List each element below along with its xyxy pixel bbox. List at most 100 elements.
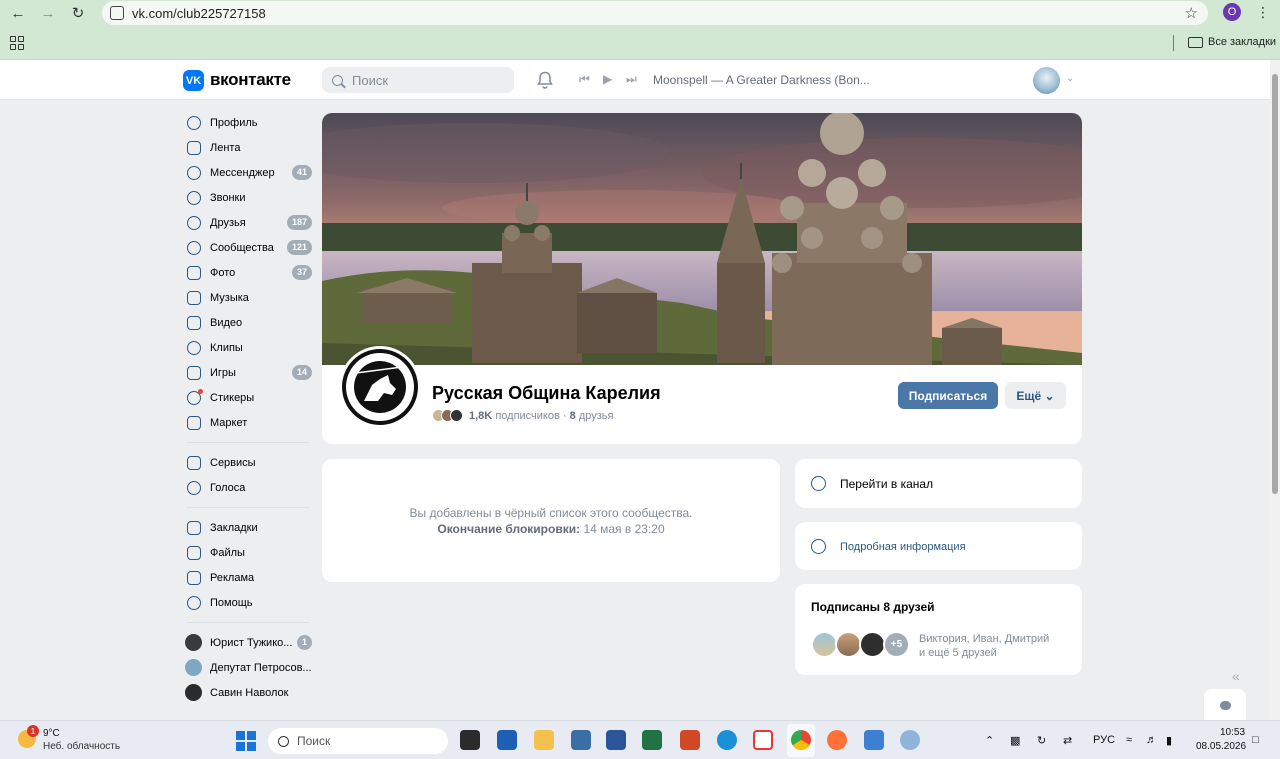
- windows-start-icon[interactable]: [236, 731, 256, 751]
- sidebar-item-stickers[interactable]: Стикеры: [180, 385, 315, 410]
- store-icon[interactable]: [497, 730, 517, 750]
- edge-icon[interactable]: [717, 730, 737, 750]
- apps-grid-icon[interactable]: [10, 36, 24, 50]
- clock-time[interactable]: 10:53: [1220, 727, 1245, 738]
- tray-settings-icon[interactable]: ⇄: [1063, 734, 1072, 747]
- forward-icon[interactable]: →: [36, 1, 60, 25]
- excel-icon[interactable]: [642, 730, 662, 750]
- vk-logo-icon[interactable]: VK: [183, 70, 204, 91]
- search-box[interactable]: [322, 67, 514, 93]
- browser-toolbar: ← → ↻ vk.com/club225727158 ☆ O ⋮: [0, 0, 1280, 26]
- sidebar-item-games[interactable]: Игры 14: [180, 360, 315, 385]
- friend-avatar[interactable]: [835, 631, 862, 658]
- sidebar-item-communities[interactable]: Сообщества 121: [180, 235, 315, 260]
- friend-avatar[interactable]: [811, 631, 838, 658]
- notifications-icon[interactable]: □: [1252, 734, 1259, 746]
- sidebar-divider: [187, 442, 309, 443]
- all-bookmarks-button[interactable]: Все закладки: [1188, 36, 1276, 48]
- sidebar-chat-item[interactable]: Юрист Тужико... 1: [180, 630, 315, 655]
- pdf-app-icon[interactable]: [680, 730, 700, 750]
- open-chats-button[interactable]: [1204, 689, 1246, 721]
- subscribed-friends-title[interactable]: Подписаны 8 друзей: [811, 600, 935, 614]
- sidebar-item-messenger[interactable]: Мессенджер 41: [180, 160, 315, 185]
- market-icon: [187, 415, 201, 430]
- clock-date[interactable]: 08.05.2026: [1196, 741, 1246, 752]
- sidebar-item-calls[interactable]: Звонки: [180, 185, 315, 210]
- chat-name: Савин Наволок: [210, 686, 289, 699]
- sidebar-item-profile[interactable]: Профиль: [180, 110, 315, 135]
- sidebar-item-video[interactable]: Видео: [180, 310, 315, 335]
- sidebar-item-label: Реклама: [210, 571, 255, 584]
- weather-description[interactable]: Неб. облачность: [43, 741, 120, 752]
- app-icon[interactable]: [571, 730, 591, 750]
- go-to-channel-card[interactable]: Перейти в канал: [795, 459, 1082, 508]
- previous-track-icon[interactable]: ⏮: [579, 72, 590, 87]
- address-bar[interactable]: vk.com/club225727158 ☆: [102, 1, 1208, 25]
- more-friends-badge[interactable]: +5: [883, 631, 910, 658]
- details-card[interactable]: Подробная информация: [795, 522, 1082, 570]
- next-track-icon[interactable]: ⏭: [626, 72, 637, 87]
- sidebar-item-photo[interactable]: Фото 37: [180, 260, 315, 285]
- group-avatar[interactable]: [339, 346, 421, 428]
- battery-icon[interactable]: ▮: [1166, 734, 1172, 747]
- notifications-bell-icon[interactable]: [537, 71, 553, 89]
- firefox-icon[interactable]: [827, 730, 847, 750]
- sidebar-item-feed[interactable]: Лента: [180, 135, 315, 160]
- more-button[interactable]: Ещё ⌄: [1005, 382, 1066, 409]
- sidebar-item-ads[interactable]: Реклама: [180, 565, 315, 590]
- input-language[interactable]: РУС: [1093, 734, 1115, 746]
- subscribers-count: 1,8K: [469, 409, 493, 422]
- chevron-down-icon[interactable]: ⌄: [1066, 73, 1074, 84]
- file-explorer-icon[interactable]: [534, 730, 554, 750]
- vk-logo-text[interactable]: вконтакте: [210, 70, 291, 90]
- page-scrollbar[interactable]: [1270, 60, 1280, 720]
- sidebar-item-label: Лента: [210, 141, 241, 154]
- friends-avatars[interactable]: +5: [811, 631, 910, 658]
- collapse-double-chevron-icon[interactable]: «: [1232, 668, 1240, 684]
- tray-expand-icon[interactable]: ⌃: [985, 734, 994, 747]
- volume-icon[interactable]: ♬: [1146, 734, 1157, 746]
- back-icon[interactable]: ←: [6, 1, 30, 25]
- user-avatar[interactable]: [1033, 67, 1060, 94]
- sidebar-chat-item[interactable]: Савин Наволок: [180, 680, 315, 705]
- music-icon: [187, 290, 201, 305]
- browser-profile-avatar[interactable]: O: [1223, 3, 1241, 21]
- sidebar-item-votes[interactable]: Голоса: [180, 475, 315, 500]
- word-icon[interactable]: [606, 730, 626, 750]
- browser-menu-icon[interactable]: ⋮: [1256, 4, 1270, 21]
- taskbar-search[interactable]: Поиск: [268, 728, 448, 754]
- sidebar-item-label: Профиль: [210, 116, 258, 129]
- communities-icon: [187, 240, 201, 255]
- weather-temperature[interactable]: 9°C: [43, 728, 60, 739]
- details-link[interactable]: Подробная информация: [840, 541, 966, 553]
- play-icon[interactable]: ▶: [603, 72, 612, 86]
- search-input[interactable]: [352, 72, 502, 88]
- reload-icon[interactable]: ↻: [66, 1, 90, 25]
- sidebar-item-friends[interactable]: Друзья 187: [180, 210, 315, 235]
- tray-sync-icon[interactable]: ↻: [1037, 734, 1046, 747]
- sidebar-item-clips[interactable]: Клипы: [180, 335, 315, 360]
- sidebar-item-market[interactable]: Маркет: [180, 410, 315, 435]
- app-icon[interactable]: [864, 730, 884, 750]
- wifi-icon[interactable]: ≈: [1126, 734, 1132, 746]
- group-subscribers-info[interactable]: 1,8K подписчиков · 8 друзья: [432, 409, 613, 422]
- yandex-browser-icon[interactable]: [753, 730, 773, 750]
- sidebar-item-files[interactable]: Файлы: [180, 540, 315, 565]
- now-playing-track[interactable]: Moonspell — A Greater Darkness (Bon...: [653, 73, 870, 87]
- scrollbar-thumb[interactable]: [1272, 74, 1278, 494]
- site-info-icon[interactable]: [110, 6, 124, 20]
- sidebar-item-label: Видео: [210, 316, 243, 329]
- app-icon[interactable]: [900, 730, 920, 750]
- sidebar-item-bookmarks[interactable]: Закладки: [180, 515, 315, 540]
- sidebar-item-music[interactable]: Музыка: [180, 285, 315, 310]
- friends-label: друзья: [578, 409, 614, 422]
- sidebar-item-services[interactable]: Сервисы: [180, 450, 315, 475]
- friend-avatar[interactable]: [859, 631, 886, 658]
- subscribe-button[interactable]: Подписаться: [898, 382, 998, 409]
- sidebar-item-help[interactable]: Помощь: [180, 590, 315, 615]
- chrome-icon[interactable]: [791, 730, 811, 750]
- tray-app-icon[interactable]: ▩: [1010, 734, 1020, 747]
- bookmark-star-icon[interactable]: ☆: [1185, 4, 1198, 22]
- task-view-icon[interactable]: [460, 730, 480, 750]
- sidebar-chat-item[interactable]: Депутат Петросов...: [180, 655, 315, 680]
